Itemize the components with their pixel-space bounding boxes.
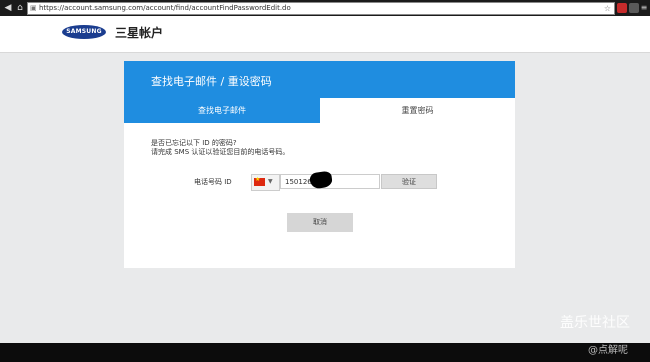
phone-label: 电话号码 ID [194, 178, 232, 186]
watermark-title: 盖乐世社区 [560, 315, 630, 331]
url-text: https://account.samsung.com/account/find… [39, 4, 291, 12]
china-flag-icon [254, 176, 265, 186]
browser-toolbar: ◀ ⌂ ▣ https://account.samsung.com/accoun… [0, 0, 650, 16]
card-header: 查找电子邮件 / 重设密码 [124, 61, 515, 98]
page-title: 三星帐户 [115, 26, 164, 40]
extension-icon[interactable] [617, 3, 627, 13]
tab-find-email[interactable]: 查找电子邮件 [124, 98, 320, 123]
bookmark-star-icon[interactable]: ☆ [604, 3, 611, 14]
cancel-button[interactable]: 取消 [287, 213, 353, 232]
samsung-logo[interactable]: SAMSUNG [62, 25, 106, 39]
tab-reset-password[interactable]: 重置密码 [320, 98, 515, 123]
address-bar[interactable]: ▣ https://account.samsung.com/account/fi… [27, 2, 615, 15]
lock-icon: ▣ [30, 4, 37, 12]
watermark-author: @点解呢 [588, 345, 628, 356]
site-header: SAMSUNG 三星帐户 [0, 16, 650, 53]
extension-icon[interactable] [629, 3, 639, 13]
card-title: 查找电子邮件 / 重设密码 [151, 75, 272, 88]
bottom-bar [0, 343, 650, 362]
back-icon[interactable]: ◀ [2, 2, 14, 14]
instruction-line-2: 请完成 SMS 认证以验证您目前的电话号码。 [151, 148, 290, 156]
country-code-select[interactable]: ▼ [251, 174, 280, 191]
verify-button[interactable]: 验证 [381, 174, 437, 189]
home-icon[interactable]: ⌂ [14, 2, 26, 14]
password-reset-card: 查找电子邮件 / 重设密码 查找电子邮件 重置密码 是否已忘记以下 ID 的密码… [124, 61, 515, 268]
menu-icon[interactable]: ≡ [640, 3, 648, 13]
instruction-line-1: 是否已忘记以下 ID 的密码? [151, 139, 237, 147]
chevron-down-icon: ▼ [268, 178, 273, 185]
